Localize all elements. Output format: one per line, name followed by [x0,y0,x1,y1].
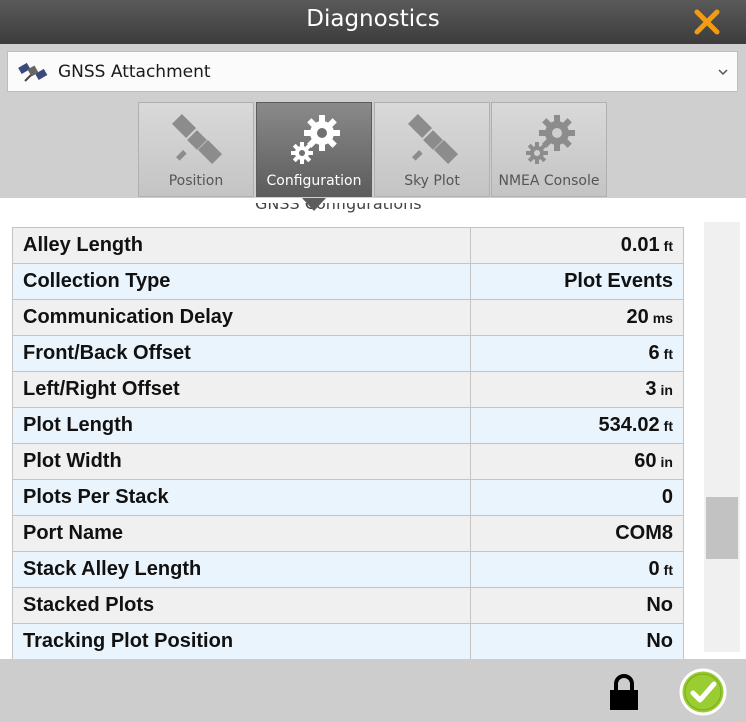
table-row[interactable]: Port Name COM8 [12,515,684,552]
property-value: 20 [626,306,649,328]
scrollbar-track[interactable] [704,222,740,652]
properties-viewport: Alley Length 0.01 ft Collection Type Plot Ev… [0,198,746,659]
confirm-button[interactable] [679,668,727,716]
device-select[interactable]: GNSS Attachment [7,51,738,92]
property-name: Plot Length [12,407,471,444]
tab-nmea-console-label: NMEA Console [498,173,600,189]
property-name: Front/Back Offset [12,335,471,372]
lock-icon[interactable] [608,673,640,711]
satellite-icon [18,62,48,82]
property-name: Stacked Plots [12,587,471,624]
satellite-icon [407,113,459,165]
property-value: 3 [645,378,657,400]
device-select-value: GNSS Attachment [58,62,211,82]
property-value-cell[interactable]: 0 ft [470,551,684,588]
property-unit: ft [663,562,673,578]
satellite-icon [171,113,223,165]
table-row[interactable]: Tracking Plot Position No [12,623,684,659]
property-value-cell[interactable]: 0 [470,479,684,516]
property-value-cell[interactable]: COM8 [470,515,684,552]
property-value-cell[interactable]: 0.01 ft [470,227,684,264]
table-row[interactable]: Collection Type Plot Events [12,263,684,300]
property-name: Communication Delay [12,299,471,336]
property-value-cell[interactable]: Plot Events [470,263,684,300]
tab-sky-plot[interactable]: Sky Plot [374,102,490,197]
tab-sky-plot-label: Sky Plot [404,173,460,189]
property-name: Plots Per Stack [12,479,471,516]
footer-bar [0,659,746,722]
close-icon[interactable] [694,9,720,35]
tab-position-label: Position [168,173,224,189]
table-row[interactable]: Plot Width 60 in [12,443,684,480]
property-unit: ft [663,238,673,254]
tab-nmea-console[interactable]: NMEA Console [491,102,607,197]
table-row[interactable]: Stacked Plots No [12,587,684,624]
tab-configuration[interactable]: Configuration [256,102,372,197]
property-name: Stack Alley Length [12,551,471,588]
property-value-cell[interactable]: 3 in [470,371,684,408]
property-value: 534.02 [598,414,660,436]
table-row[interactable]: Communication Delay 20 ms [12,299,684,336]
title-bar: Diagnostics [0,0,746,44]
property-value: 0 [648,558,660,580]
property-unit: ft [663,346,673,362]
property-value: 60 [634,450,657,472]
property-unit: in [660,454,673,470]
property-name: Tracking Plot Position [12,623,471,659]
table-row[interactable]: Plots Per Stack 0 [12,479,684,516]
property-name: Plot Width [12,443,471,480]
property-value: No [646,630,673,652]
property-unit: ft [663,418,673,434]
property-value-cell[interactable]: No [470,623,684,659]
chevron-down-icon [718,69,728,76]
property-name: Alley Length [12,227,471,264]
property-value: 6 [648,342,660,364]
table-row[interactable]: Plot Length 534.02 ft [12,407,684,444]
property-value: 0.01 [620,234,660,256]
property-name: Left/Right Offset [12,371,471,408]
gears-icon [291,115,340,164]
property-unit: in [660,382,673,398]
table-row[interactable]: Stack Alley Length 0 ft [12,551,684,588]
tab-position[interactable]: Position [138,102,254,197]
property-name: Collection Type [12,263,471,300]
tab-configuration-label: Configuration [266,173,362,189]
property-value: 0 [661,486,673,508]
property-value: COM8 [615,522,673,544]
gears-icon [526,115,575,164]
property-name: Port Name [12,515,471,552]
property-value: No [646,594,673,616]
properties-table: Alley Length 0.01 ft Collection Type Plot Ev… [12,227,684,659]
table-row[interactable]: Left/Right Offset 3 in [12,371,684,408]
window-title: Diagnostics [306,6,440,32]
property-value-cell[interactable]: 534.02 ft [470,407,684,444]
table-row[interactable]: Front/Back Offset 6 ft [12,335,684,372]
property-value-cell[interactable]: 6 ft [470,335,684,372]
scrollbar-thumb[interactable] [706,497,738,559]
property-value: Plot Events [564,270,673,292]
property-value-cell[interactable]: No [470,587,684,624]
property-value-cell[interactable]: 60 in [470,443,684,480]
property-unit: ms [652,310,673,326]
table-row[interactable]: Alley Length 0.01 ft [12,227,684,264]
header-area: GNSS Attachment Position Configuration S… [0,44,746,198]
property-value-cell[interactable]: 20 ms [470,299,684,336]
